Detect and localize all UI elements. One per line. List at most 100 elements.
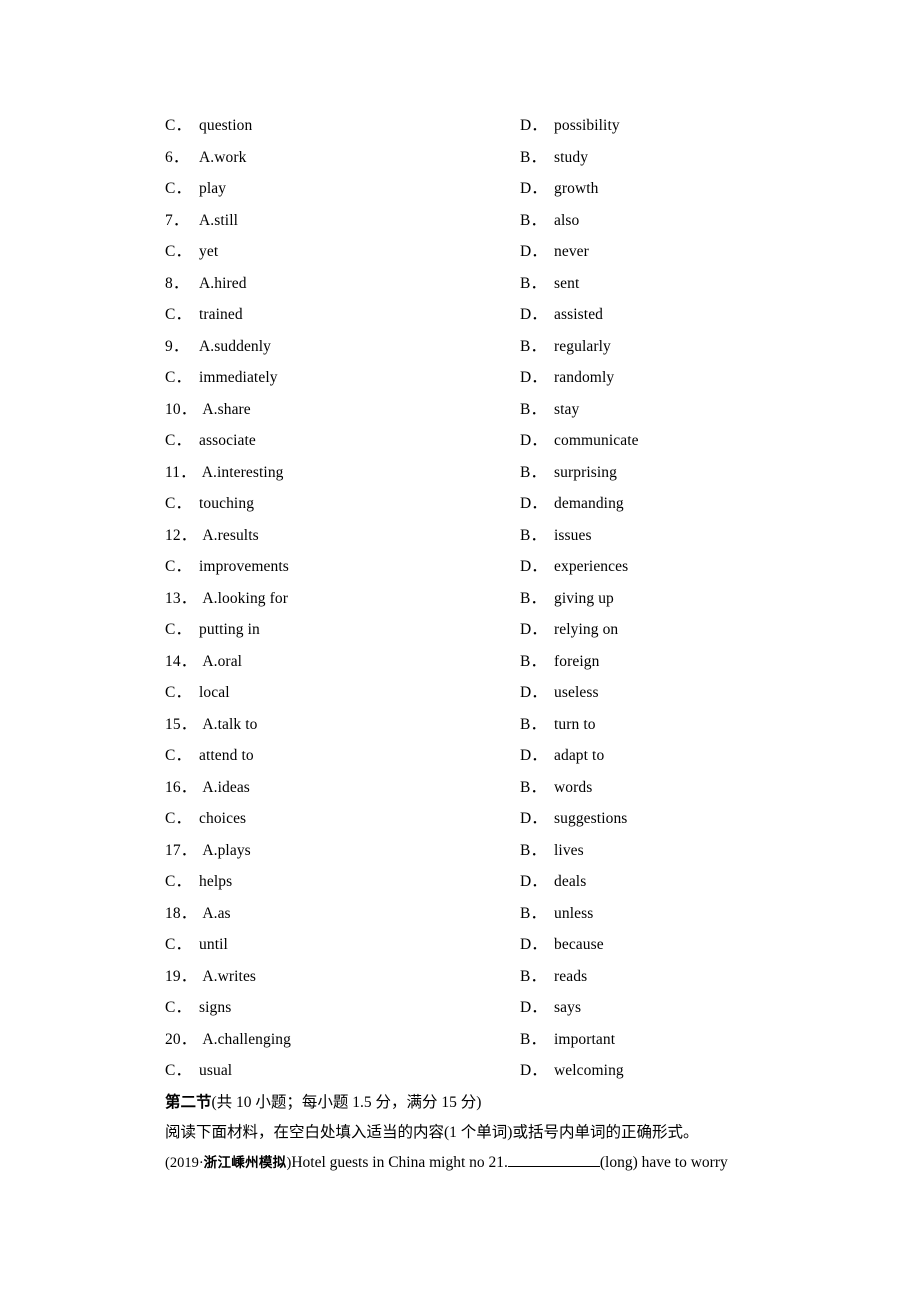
- option-right[interactable]: B． foreign: [520, 646, 599, 678]
- option-right-tag: B．: [520, 1030, 547, 1048]
- option-right[interactable]: B． important: [520, 1024, 615, 1056]
- option-left[interactable]: C． trained: [165, 299, 243, 331]
- option-right-text: suggestions: [554, 810, 628, 827]
- option-left[interactable]: C． helps: [165, 866, 232, 898]
- option-left-text: local: [199, 684, 230, 701]
- option-left[interactable]: C． choices: [165, 803, 246, 835]
- option-right[interactable]: D． never: [520, 236, 589, 268]
- option-left[interactable]: C． signs: [165, 992, 231, 1024]
- option-right-tag: D．: [520, 432, 547, 449]
- option-left-tag: C．: [165, 1062, 192, 1079]
- option-left-tag: C．: [165, 306, 192, 323]
- fill-in-blank-21[interactable]: [507, 1152, 600, 1167]
- option-left-tag: 7．: [165, 211, 189, 229]
- option-right[interactable]: D． deals: [520, 866, 586, 898]
- option-right-tag: B．: [520, 526, 547, 544]
- option-left[interactable]: 8． A.hired: [165, 268, 247, 300]
- option-left[interactable]: C． yet: [165, 236, 218, 268]
- option-left-tag: 20．: [165, 1030, 197, 1048]
- option-left[interactable]: C． associate: [165, 425, 256, 457]
- option-left-tag: 13．: [165, 589, 197, 607]
- option-right[interactable]: B． words: [520, 772, 592, 804]
- option-right[interactable]: D． useless: [520, 677, 599, 709]
- option-right[interactable]: B． stay: [520, 394, 579, 426]
- option-row: C． choices D． suggestions: [165, 803, 865, 835]
- option-left-tag: C．: [165, 495, 192, 512]
- option-right-text: welcoming: [554, 1062, 624, 1079]
- option-right[interactable]: D． demanding: [520, 488, 624, 520]
- option-left[interactable]: C． putting in: [165, 614, 260, 646]
- option-right[interactable]: B． issues: [520, 520, 592, 552]
- option-right[interactable]: D． growth: [520, 173, 599, 205]
- option-right-tag: B．: [520, 715, 547, 733]
- option-right[interactable]: B． also: [520, 205, 579, 237]
- option-row: C． helps D． deals: [165, 866, 865, 898]
- option-left[interactable]: C． attend to: [165, 740, 254, 772]
- option-left[interactable]: 19． A.writes: [165, 961, 256, 993]
- option-row: C． trained D． assisted: [165, 299, 865, 331]
- option-left[interactable]: 14． A.oral: [165, 646, 242, 678]
- option-right[interactable]: D． says: [520, 992, 581, 1024]
- option-left[interactable]: C． touching: [165, 488, 254, 520]
- section-heading-line: 第二节(共 10 小题；每小题 1.5 分，满分 15 分): [165, 1088, 865, 1118]
- option-right[interactable]: B． giving up: [520, 583, 614, 615]
- option-left[interactable]: 9． A.suddenly: [165, 331, 271, 363]
- option-left-tag: C．: [165, 117, 192, 134]
- option-left[interactable]: 10． A.share: [165, 394, 251, 426]
- option-left[interactable]: 16． A.ideas: [165, 772, 250, 804]
- option-right-tag: D．: [520, 558, 547, 575]
- option-left-text: immediately: [199, 369, 278, 386]
- option-left[interactable]: 11． A.interesting: [165, 457, 284, 489]
- section-heading-detail: (共 10 小题；每小题 1.5 分，满分 15 分): [211, 1094, 482, 1111]
- option-row: C． attend to D． adapt to: [165, 740, 865, 772]
- option-left[interactable]: C． question: [165, 110, 252, 142]
- option-right[interactable]: D． assisted: [520, 299, 603, 331]
- option-right[interactable]: D． relying on: [520, 614, 618, 646]
- option-right-text: regularly: [554, 337, 611, 355]
- option-right[interactable]: D． because: [520, 929, 604, 961]
- option-left[interactable]: C． improvements: [165, 551, 289, 583]
- option-left[interactable]: 20． A.challenging: [165, 1024, 291, 1056]
- option-right[interactable]: D． suggestions: [520, 803, 627, 835]
- option-left[interactable]: 17． A.plays: [165, 835, 251, 867]
- option-left[interactable]: C． play: [165, 173, 226, 205]
- option-left-tag: 10．: [165, 400, 197, 418]
- option-left[interactable]: C． usual: [165, 1055, 232, 1087]
- option-right-text: relying on: [554, 621, 619, 638]
- option-right[interactable]: D． experiences: [520, 551, 628, 583]
- option-right[interactable]: B． lives: [520, 835, 584, 867]
- option-right[interactable]: D． adapt to: [520, 740, 604, 772]
- option-row: 18． A.as B． unless: [165, 898, 865, 930]
- option-right[interactable]: B． turn to: [520, 709, 596, 741]
- option-left[interactable]: 13． A.looking for: [165, 583, 288, 615]
- option-right[interactable]: D． possibility: [520, 110, 620, 142]
- option-right[interactable]: D． welcoming: [520, 1055, 624, 1087]
- option-right[interactable]: D． communicate: [520, 425, 639, 457]
- option-left-text: signs: [199, 999, 232, 1016]
- option-right[interactable]: B． unless: [520, 898, 593, 930]
- option-right[interactable]: B． study: [520, 142, 588, 174]
- option-right-text: possibility: [554, 117, 620, 134]
- option-left[interactable]: C． local: [165, 677, 230, 709]
- option-right[interactable]: B． regularly: [520, 331, 611, 363]
- option-right-text: reads: [554, 967, 588, 985]
- option-right[interactable]: B． reads: [520, 961, 587, 993]
- option-left[interactable]: 15． A.talk to: [165, 709, 257, 741]
- option-right[interactable]: B． sent: [520, 268, 579, 300]
- option-left-tag: 12．: [165, 526, 197, 544]
- option-left[interactable]: C． until: [165, 929, 228, 961]
- option-row: C． local D． useless: [165, 677, 865, 709]
- option-left[interactable]: C． immediately: [165, 362, 278, 394]
- option-row: 14． A.oral B． foreign: [165, 646, 865, 678]
- option-right-text: randomly: [554, 369, 615, 386]
- option-left-text: yet: [199, 243, 219, 260]
- option-left-tag: 17．: [165, 841, 197, 859]
- option-right[interactable]: B． surprising: [520, 457, 617, 489]
- option-left-tag: 11．: [165, 463, 196, 481]
- option-left[interactable]: 7． A.still: [165, 205, 238, 237]
- option-left[interactable]: 6． A.work: [165, 142, 247, 174]
- option-left-tag: 6．: [165, 148, 189, 166]
- option-right[interactable]: D． randomly: [520, 362, 614, 394]
- option-left[interactable]: 18． A.as: [165, 898, 231, 930]
- option-left[interactable]: 12． A.results: [165, 520, 259, 552]
